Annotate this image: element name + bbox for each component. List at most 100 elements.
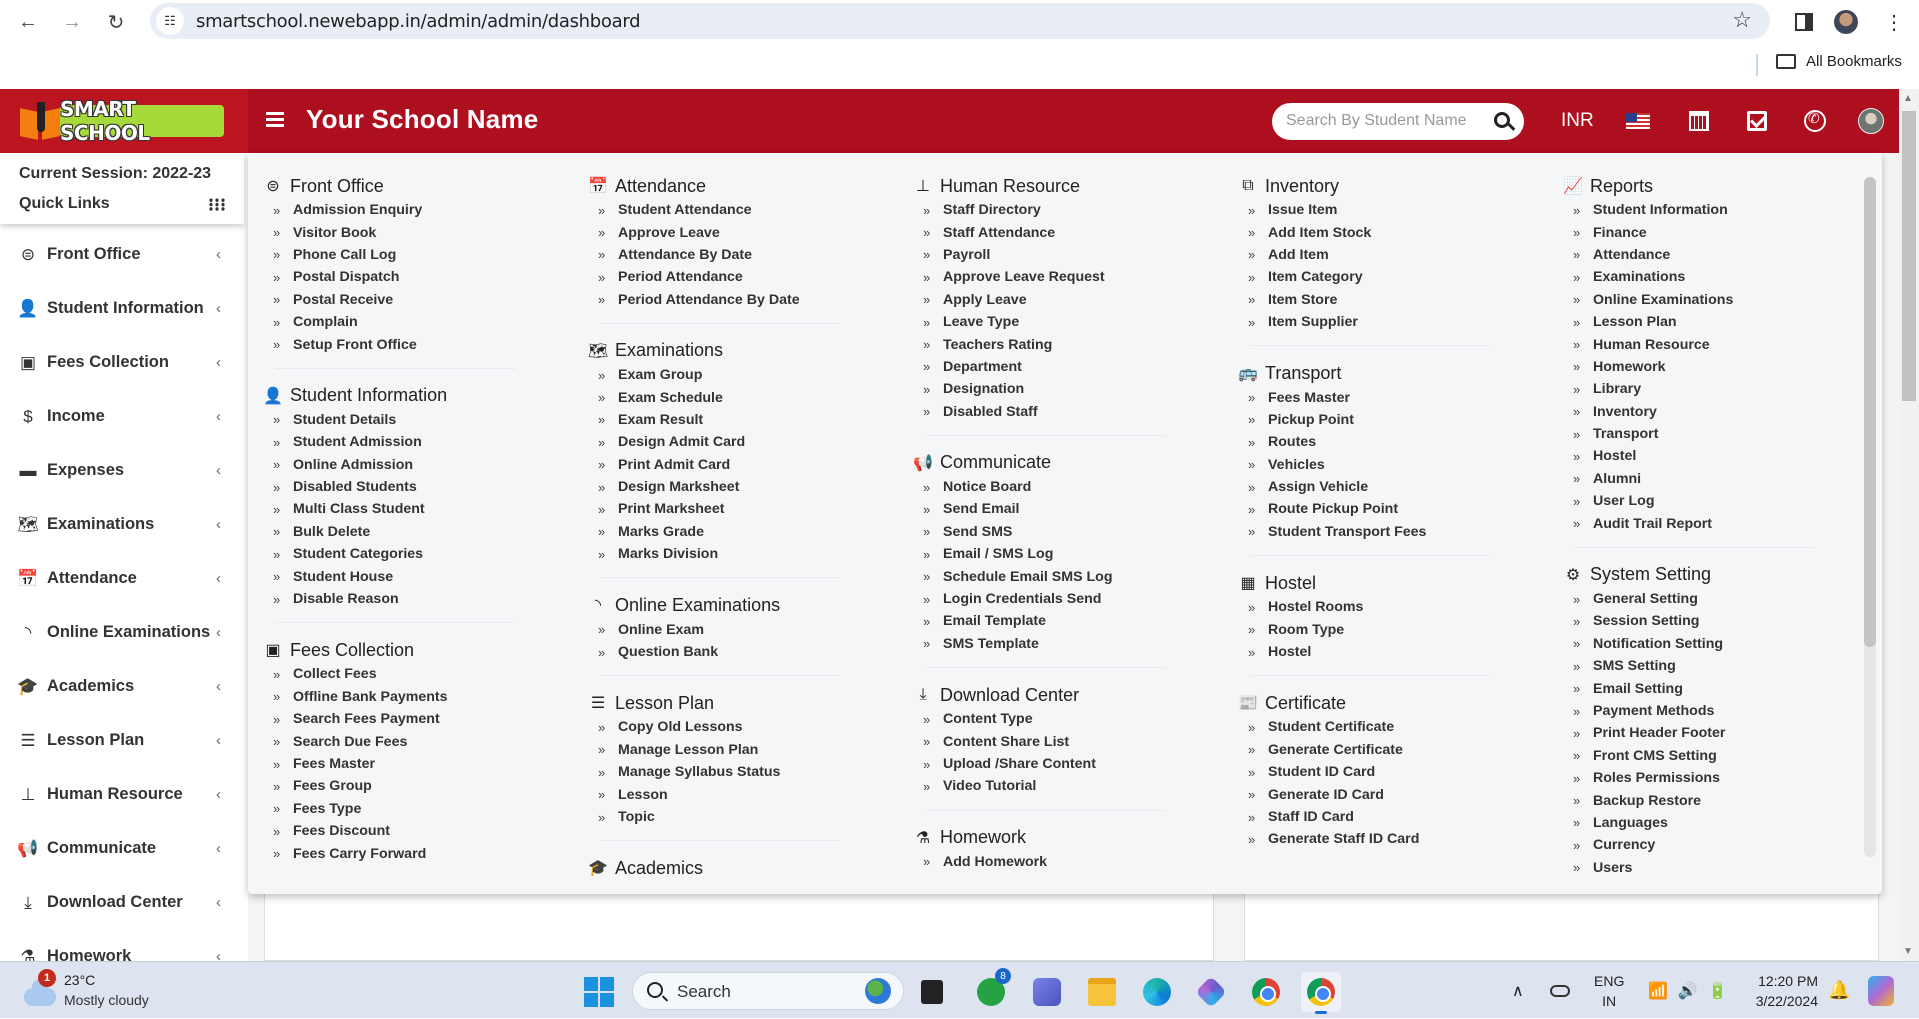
- menu-link[interactable]: » Examinations: [1563, 266, 1863, 288]
- sidebar-item-front-office[interactable]: ⊜ Front Office ‹: [0, 235, 248, 275]
- scroll-down-arrow[interactable]: ▼: [1903, 946, 1913, 957]
- menu-link[interactable]: » Visitor Book: [263, 221, 563, 243]
- menu-link[interactable]: » Add Item: [1238, 244, 1538, 266]
- menu-link[interactable]: » Student Categories: [263, 543, 563, 565]
- menu-link[interactable]: » Disabled Staff: [913, 401, 1213, 423]
- menu-link[interactable]: » Fees Carry Forward: [263, 842, 563, 864]
- menu-link[interactable]: » Generate Certificate: [1238, 739, 1538, 761]
- menu-link[interactable]: » Email Setting: [1563, 677, 1863, 699]
- menu-link[interactable]: » Fees Master: [263, 753, 563, 775]
- menu-link[interactable]: » Multi Class Student: [263, 498, 563, 520]
- menu-link[interactable]: » Login Credentials Send: [913, 588, 1213, 610]
- teams-app-icon[interactable]: [1027, 972, 1067, 1012]
- menu-link[interactable]: » Online Admission: [263, 454, 563, 476]
- menu-link[interactable]: » Period Attendance: [588, 266, 888, 288]
- menu-link[interactable]: » Student ID Card: [1238, 761, 1538, 783]
- show-hidden-icons[interactable]: ∧: [1512, 962, 1524, 1019]
- menu-link[interactable]: » Email Template: [913, 610, 1213, 632]
- menu-link[interactable]: » Collect Fees: [263, 663, 563, 685]
- menu-link[interactable]: » Approve Leave Request: [913, 266, 1213, 288]
- menu-link[interactable]: » Department: [913, 356, 1213, 378]
- menu-link[interactable]: » Staff ID Card: [1238, 806, 1538, 828]
- menu-link[interactable]: » Student Attendance: [588, 199, 888, 221]
- menu-link[interactable]: » Question Bank: [588, 641, 888, 663]
- menu-link[interactable]: » Item Category: [1238, 266, 1538, 288]
- menu-link[interactable]: » Search Fees Payment: [263, 708, 563, 730]
- menu-link[interactable]: » Marks Division: [588, 543, 888, 565]
- currency-selector[interactable]: INR: [1561, 110, 1594, 132]
- sidebar-item-examinations[interactable]: 🗺 Examinations ‹: [0, 505, 248, 545]
- menu-link[interactable]: » Finance: [1563, 221, 1863, 243]
- menu-link[interactable]: » Inventory: [1563, 401, 1863, 423]
- menu-link[interactable]: » Hostel: [1563, 445, 1863, 467]
- menu-link[interactable]: » Print Admit Card: [588, 454, 888, 476]
- menu-link[interactable]: » Generate ID Card: [1238, 783, 1538, 805]
- task-check-icon[interactable]: [1743, 107, 1771, 135]
- menu-link[interactable]: » Currency: [1563, 834, 1863, 856]
- reload-button[interactable]: ↻: [100, 6, 132, 38]
- battery-icon[interactable]: 🔋: [1708, 981, 1728, 1001]
- mega-menu-scrollbar-thumb[interactable]: [1864, 177, 1876, 647]
- system-tray-icons[interactable]: 📶 🔊 🔋: [1648, 962, 1728, 1019]
- menu-link[interactable]: » Route Pickup Point: [1238, 498, 1538, 520]
- file-explorer-icon[interactable]: [1082, 972, 1122, 1012]
- menu-link[interactable]: » Add Item Stock: [1238, 221, 1538, 243]
- menu-link[interactable]: » Issue Item: [1238, 199, 1538, 221]
- menu-link[interactable]: » Online Examinations: [1563, 289, 1863, 311]
- menu-link[interactable]: » Audit Trail Report: [1563, 512, 1863, 534]
- menu-link[interactable]: » Fees Type: [263, 798, 563, 820]
- menu-link[interactable]: » Disable Reason: [263, 588, 563, 610]
- browser-menu-icon[interactable]: ⋮: [1880, 8, 1908, 36]
- menu-link[interactable]: » Hostel Rooms: [1238, 596, 1538, 618]
- menu-link[interactable]: » Exam Group: [588, 364, 888, 386]
- sidebar-item-attendance[interactable]: 📅 Attendance ‹: [0, 559, 248, 599]
- wifi-icon[interactable]: 📶: [1648, 981, 1668, 1001]
- notification-bell-icon[interactable]: 🔔: [1828, 962, 1850, 1019]
- menu-link[interactable]: » Postal Receive: [263, 289, 563, 311]
- menu-link[interactable]: » Offline Bank Payments: [263, 686, 563, 708]
- menu-link[interactable]: » Print Header Footer: [1563, 722, 1863, 744]
- menu-link[interactable]: » Send Email: [913, 498, 1213, 520]
- menu-link[interactable]: » Fees Master: [1238, 386, 1538, 408]
- menu-link[interactable]: » Bulk Delete: [263, 521, 563, 543]
- clock[interactable]: 12:20 PM 3/22/2024: [1742, 962, 1818, 1019]
- menu-link[interactable]: » Add Homework: [913, 851, 1213, 873]
- menu-link[interactable]: » Upload /Share Content: [913, 753, 1213, 775]
- scroll-up-arrow[interactable]: ▲: [1903, 93, 1913, 104]
- menu-link[interactable]: » Attendance: [1563, 244, 1863, 266]
- page-scrollbar-thumb[interactable]: [1902, 111, 1916, 401]
- menu-link[interactable]: » Phone Call Log: [263, 244, 563, 266]
- menu-link[interactable]: » Languages: [1563, 812, 1863, 834]
- weather-widget[interactable]: 1 23°C Mostly cloudy: [22, 969, 222, 1014]
- menu-link[interactable]: » Library: [1563, 378, 1863, 400]
- bookmark-star-icon[interactable]: ☆: [1732, 7, 1752, 33]
- sidebar-item-human-resource[interactable]: ⊥ Human Resource ‹: [0, 775, 248, 815]
- menu-link[interactable]: » Exam Schedule: [588, 386, 888, 408]
- menu-link[interactable]: » Design Admit Card: [588, 431, 888, 453]
- menu-link[interactable]: » Item Store: [1238, 289, 1538, 311]
- menu-link[interactable]: » Send SMS: [913, 521, 1213, 543]
- menu-link[interactable]: » Setup Front Office: [263, 333, 563, 355]
- edge-app-icon[interactable]: [1137, 972, 1177, 1012]
- copilot-app-icon[interactable]: [1191, 972, 1231, 1012]
- sidebar-item-income[interactable]: $ Income ‹: [0, 397, 248, 437]
- site-settings-icon[interactable]: ☷: [156, 7, 184, 35]
- menu-link[interactable]: » Complain: [263, 311, 563, 333]
- menu-link[interactable]: » SMS Template: [913, 633, 1213, 655]
- menu-link[interactable]: » Schedule Email SMS Log: [913, 565, 1213, 587]
- menu-link[interactable]: » Student Certificate: [1238, 716, 1538, 738]
- onedrive-icon[interactable]: [1550, 962, 1570, 1019]
- menu-link[interactable]: » Pickup Point: [1238, 409, 1538, 431]
- menu-link[interactable]: » Email / SMS Log: [913, 543, 1213, 565]
- menu-link[interactable]: » Leave Type: [913, 311, 1213, 333]
- whatsapp-app-icon[interactable]: 8: [971, 968, 1011, 1012]
- menu-link[interactable]: » Human Resource: [1563, 333, 1863, 355]
- language-indicator[interactable]: ENG IN: [1594, 962, 1624, 1019]
- copilot-preview-icon[interactable]: [1868, 962, 1894, 1019]
- menu-link[interactable]: » Item Supplier: [1238, 311, 1538, 333]
- current-session[interactable]: Current Session: 2022-23: [19, 165, 211, 183]
- task-view-icon[interactable]: [912, 972, 952, 1012]
- profile-avatar[interactable]: [1832, 8, 1860, 36]
- menu-link[interactable]: » Attendance By Date: [588, 244, 888, 266]
- menu-link[interactable]: » Vehicles: [1238, 454, 1538, 476]
